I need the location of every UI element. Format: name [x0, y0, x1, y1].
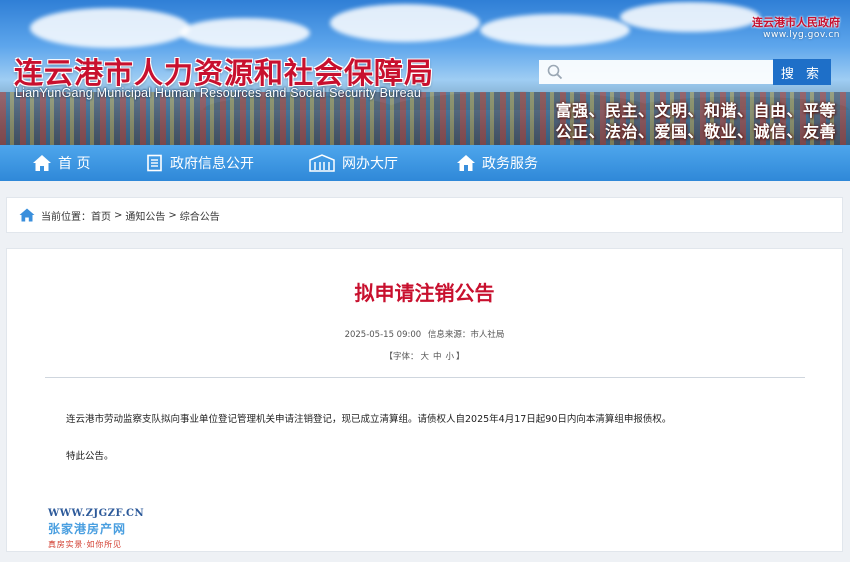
article-divider	[45, 377, 805, 378]
article-datetime: 2025-05-15 09:00	[344, 330, 422, 340]
gov-portal-link[interactable]: 连云港市人民政府 www.lyg.gov.cn	[752, 14, 840, 40]
article-source: 市人社局	[470, 330, 505, 340]
banner-cloud	[620, 2, 760, 32]
site-subtitle: LianYunGang Municipal Human Resources an…	[15, 86, 422, 100]
gov-portal-name: 连云港市人民政府	[752, 16, 840, 29]
search-input[interactable]	[539, 60, 773, 84]
core-values-line-2: 公正、法治、爱国、敬业、诚信、友善	[555, 122, 836, 141]
banner-cloud	[330, 4, 480, 42]
watermark-url: WWW.ZJGZF.CN	[48, 508, 145, 519]
nav-item-services[interactable]: 政务服务	[456, 145, 538, 181]
document-icon	[147, 154, 162, 172]
building-icon	[309, 154, 335, 172]
search-button[interactable]: 搜 索	[773, 59, 831, 85]
watermark-name: 张家港房产网	[48, 522, 127, 536]
watermark: WWW.ZJGZF.CN 张家港房产网 真房实景·如你所见	[48, 508, 158, 550]
font-size-large[interactable]: 大	[420, 352, 429, 362]
article-title: 拟申请注销公告	[354, 281, 495, 305]
home-icon	[33, 155, 51, 171]
breadcrumb-separator: >	[168, 209, 177, 221]
nav-item-label: 政务服务	[482, 156, 538, 172]
main-nav: 首 页 政府信息公开 网办大厅 政务服务	[0, 145, 850, 181]
nav-item-online-hall[interactable]: 网办大厅	[308, 145, 398, 181]
nav-item-gov-info[interactable]: 政府信息公开	[146, 145, 254, 181]
nav-item-label: 网办大厅	[342, 156, 398, 172]
font-size-small[interactable]: 小	[446, 352, 455, 362]
nav-item-home[interactable]: 首 页	[32, 145, 90, 181]
banner-cloud	[180, 18, 310, 48]
service-house-icon	[457, 155, 475, 171]
header-banner: 连云港市人力资源和社会保障局 LianYunGang Municipal Hum…	[0, 0, 850, 145]
font-size-end: 】	[456, 352, 465, 362]
breadcrumb-separator: >	[114, 209, 123, 221]
article-meta: 2025-05-15 09:00 信息来源：市人社局	[7, 328, 842, 340]
core-values: 富强、民主、文明、和谐、自由、平等 公正、法治、爱国、敬业、诚信、友善	[555, 100, 836, 142]
font-size-medium[interactable]: 中	[433, 352, 442, 362]
watermark-slogan: 真房实景·如你所见	[48, 540, 122, 549]
breadcrumb-notices[interactable]: 通知公告	[125, 208, 165, 223]
home-icon	[19, 208, 35, 222]
breadcrumb-home[interactable]: 首页	[91, 208, 111, 223]
search-icon	[547, 64, 563, 80]
gov-portal-url: www.lyg.gov.cn	[763, 30, 840, 40]
article-paragraph: 特此公告。	[66, 451, 114, 462]
font-size-control: 【字体：大中小】	[7, 350, 842, 362]
breadcrumb-general[interactable]: 综合公告	[180, 208, 220, 223]
nav-item-label: 首 页	[58, 156, 91, 172]
article-panel: 拟申请注销公告 2025-05-15 09:00 信息来源：市人社局 【字体：大…	[6, 248, 843, 552]
breadcrumb: 当前位置： 首页 > 通知公告 > 综合公告	[6, 197, 843, 233]
nav-item-label: 政府信息公开	[170, 156, 254, 172]
font-size-label: 【字体：	[384, 352, 419, 362]
core-values-line-1: 富强、民主、文明、和谐、自由、平等	[555, 101, 836, 120]
article-paragraph: 连云港市劳动监察支队拟向事业单位登记管理机关申请注销登记，现已成立清算组。请债权…	[66, 414, 672, 425]
article-source-label: 信息来源：	[427, 330, 471, 340]
breadcrumb-prefix: 当前位置：	[41, 211, 91, 223]
banner-cloud	[30, 8, 190, 48]
banner-cloud	[480, 14, 630, 46]
